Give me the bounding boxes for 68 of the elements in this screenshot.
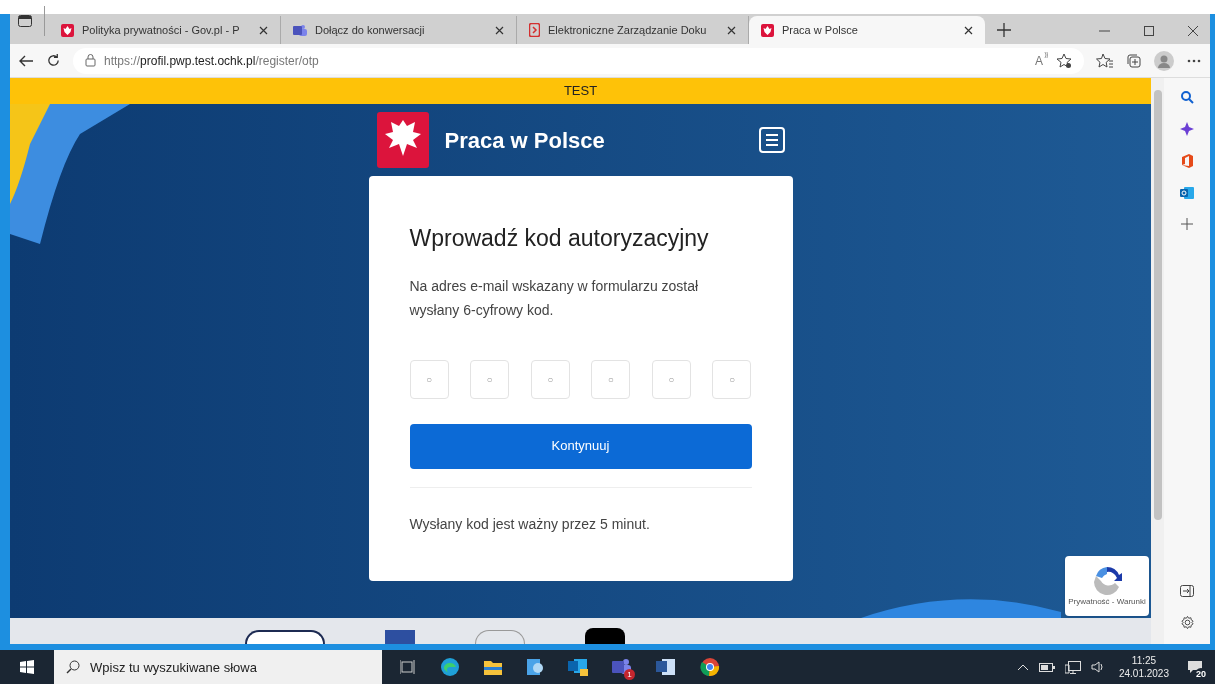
clock-date[interactable]: 24.01.2023 (1118, 667, 1169, 680)
volume-icon[interactable] (1090, 661, 1105, 673)
outlook-icon[interactable] (568, 658, 588, 676)
back-icon[interactable] (18, 53, 34, 68)
code-digit-field[interactable]: ○ (712, 359, 752, 399)
add-icon[interactable] (1181, 218, 1193, 230)
rounded-logo-icon (585, 628, 625, 644)
clock-time[interactable]: 11:25 (1131, 654, 1157, 667)
search-icon (66, 660, 80, 674)
app-icon[interactable] (526, 658, 544, 676)
url-text: https://profil.pwp.test.ochk.pl/register/otp (104, 52, 319, 70)
close-icon[interactable] (495, 25, 504, 35)
maximize-icon[interactable] (1144, 26, 1154, 36)
word-icon[interactable] (656, 658, 676, 676)
tab-actions-icon[interactable] (18, 15, 32, 27)
address-bar[interactable]: https://profil.pwp.test.ochk.pl/register/otp A (73, 47, 1084, 74)
flag-logo-icon (385, 630, 415, 644)
more-icon[interactable] (1186, 58, 1202, 63)
outlook-icon[interactable] (1180, 186, 1194, 200)
new-tab-icon[interactable] (997, 23, 1011, 37)
document-favicon-icon (529, 23, 540, 37)
teams-favicon-icon (293, 23, 307, 37)
edge-browser-icon[interactable] (440, 657, 460, 677)
menu-button[interactable] (758, 127, 785, 153)
close-icon[interactable] (727, 25, 736, 35)
continue-button[interactable]: Kontynuuj (409, 423, 752, 469)
code-digit-field[interactable]: ○ (409, 359, 449, 399)
settings-icon[interactable] (1179, 615, 1195, 630)
search-icon[interactable] (1180, 90, 1194, 104)
teams-icon[interactable] (612, 658, 632, 676)
read-aloud-button[interactable]: A (1035, 51, 1048, 70)
task-view-icon[interactable] (400, 660, 416, 674)
code-digit-field[interactable]: ○ (651, 359, 691, 399)
test-banner: TEST (10, 78, 1151, 104)
battery-icon[interactable] (1038, 662, 1055, 672)
round-logo-icon (245, 630, 325, 644)
close-icon[interactable] (1188, 26, 1198, 36)
site-title: Praca w Polsce (444, 126, 606, 155)
network-icon[interactable] (1064, 660, 1081, 674)
card-title: Wprowadź kod autoryzacyjny (409, 224, 710, 253)
sound-waves-icon (1044, 51, 1048, 58)
recaptcha-links[interactable]: Prywatność - Warunki (1068, 596, 1146, 608)
code-digit-field[interactable]: ○ (470, 359, 510, 399)
browser-tab[interactable]: Praca w Polsce (749, 16, 985, 44)
scrollbar[interactable] (1151, 78, 1164, 644)
card-description: Na adres e-mail wskazany w formularzu został wysłany 6-cyfrowy kod. (409, 276, 700, 320)
chrome-icon[interactable] (700, 657, 720, 677)
code-digit-field[interactable]: ○ (530, 359, 570, 399)
sparkle-icon[interactable] (1180, 122, 1194, 136)
close-icon[interactable] (964, 25, 973, 35)
code-digit-field[interactable]: ○ (591, 359, 631, 399)
favorites-icon[interactable] (1096, 52, 1114, 69)
windows-start-icon[interactable] (20, 660, 34, 674)
folder-icon[interactable] (484, 659, 502, 675)
chevron-up-icon[interactable] (1016, 663, 1029, 671)
close-icon[interactable] (259, 25, 268, 35)
validity-note: Wysłany kod jest ważny przez 5 minut. (409, 514, 651, 534)
office-icon[interactable] (1181, 154, 1193, 168)
recaptcha-icon (1091, 564, 1123, 596)
star-plus-icon[interactable] (1056, 52, 1072, 69)
collections-icon[interactable] (1126, 52, 1142, 69)
taskbar-search-field[interactable]: Wpisz tu wyszukiwane słowa (54, 650, 382, 684)
recaptcha-badge[interactable]: Prywatność - Warunki (1065, 556, 1149, 616)
profile-avatar-icon[interactable] (1154, 50, 1174, 71)
refresh-icon[interactable] (46, 53, 61, 68)
sidebar-toggle-icon[interactable] (1180, 585, 1194, 597)
lock-icon (85, 54, 96, 67)
notification-badge: 1 (624, 669, 635, 680)
